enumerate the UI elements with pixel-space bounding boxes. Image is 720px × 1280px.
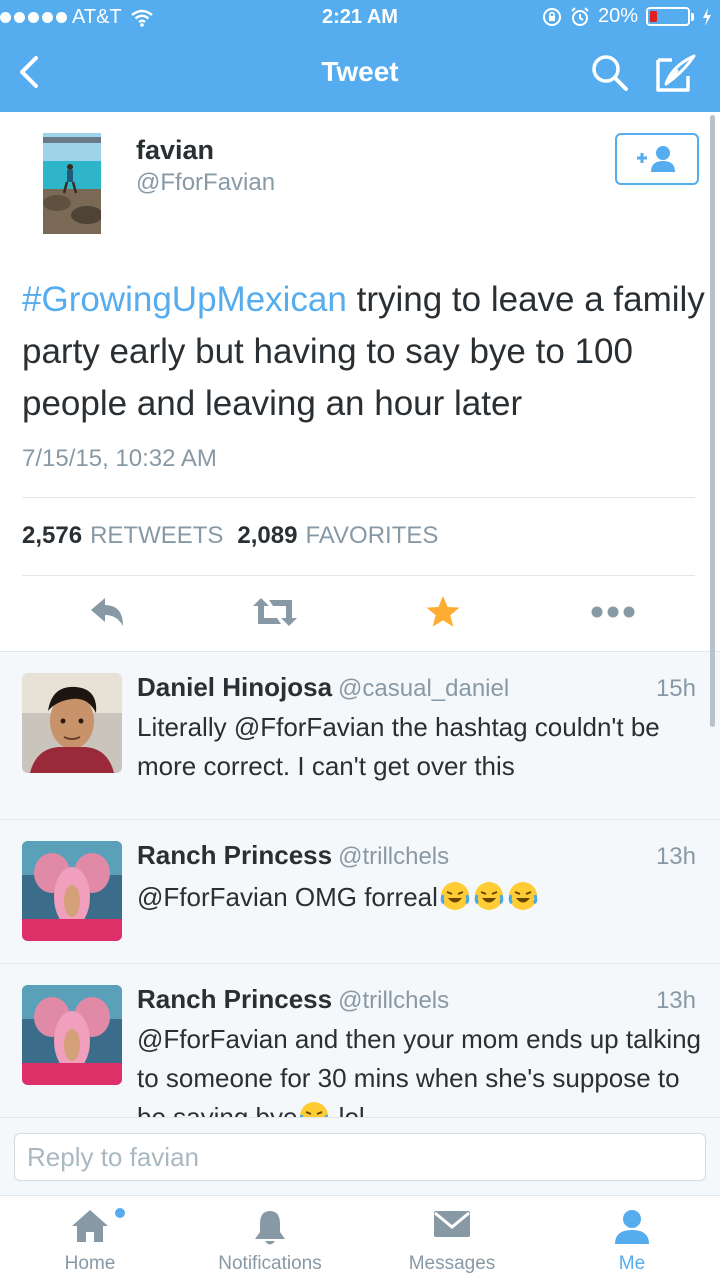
author-handle[interactable]: @FforFavian: [136, 169, 275, 197]
notification-dot: [115, 1208, 125, 1218]
retweets-label[interactable]: RETWEETS: [90, 522, 223, 550]
reply-button[interactable]: [82, 590, 132, 634]
list-item[interactable]: Daniel Hinojosa @casual_daniel 15h Litera…: [0, 652, 720, 820]
favorite-button[interactable]: [418, 590, 468, 634]
scrollbar[interactable]: [710, 115, 715, 727]
add-user-icon: [637, 146, 675, 172]
compose-icon: [656, 54, 696, 92]
reply-text: @FforFavian OMG forreal: [137, 878, 702, 917]
bell-icon: [255, 1211, 285, 1245]
compose-button[interactable]: [652, 52, 700, 96]
retweet-icon: [253, 598, 297, 626]
laughing-emoji-icon: [300, 1102, 329, 1117]
charging-icon: [703, 7, 711, 26]
reply-author[interactable]: Ranch Princess @trillchels: [137, 840, 449, 871]
author-avatar[interactable]: [43, 133, 101, 234]
laughing-emoji-icon: [474, 882, 504, 910]
favorites-label[interactable]: FAVORITES: [305, 522, 438, 550]
list-item[interactable]: Ranch Princess @trillchels 13h @FforFavia…: [0, 820, 720, 964]
nav-bar: Tweet: [0, 36, 720, 112]
follow-button[interactable]: [615, 133, 699, 185]
reply-time: 13h: [655, 987, 696, 1014]
list-item[interactable]: Ranch Princess @trillchels 13h @FforFavia…: [0, 964, 720, 1117]
tab-label: Me: [618, 1253, 646, 1274]
envelope-icon: [434, 1211, 470, 1237]
tweet-stats: 2,576 RETWEETS 2,089 FAVORITES: [22, 522, 444, 550]
person-icon: [615, 1210, 649, 1244]
reply-bar: [0, 1117, 720, 1195]
app-header: AT&T 2:21 AM 20% Tweet: [0, 0, 720, 112]
reply-text: @FforFavian and then your mom ends up ta…: [137, 1020, 702, 1117]
reply-handle[interactable]: @trillchels: [338, 843, 449, 870]
status-bar: AT&T 2:21 AM 20%: [0, 0, 720, 36]
tab-home[interactable]: Home: [0, 1196, 180, 1280]
retweet-button[interactable]: [250, 590, 300, 634]
more-button[interactable]: [588, 590, 638, 634]
battery-percent: 20%: [597, 5, 638, 27]
laughing-emoji-icon: [508, 882, 538, 910]
laughing-emoji-icon: [440, 882, 470, 910]
divider: [22, 497, 695, 498]
home-icon: [72, 1210, 108, 1242]
tab-me[interactable]: Me: [544, 1196, 720, 1280]
tab-messages[interactable]: Messages: [360, 1196, 544, 1280]
tweet-text: #GrowingUpMexican trying to leave a fami…: [22, 274, 712, 430]
reply-icon: [91, 598, 123, 626]
tab-label: Home: [64, 1253, 116, 1274]
search-icon: [592, 55, 628, 91]
reply-input[interactable]: [14, 1133, 706, 1181]
divider: [22, 575, 695, 576]
tweet-timestamp: 7/15/15, 10:32 AM: [22, 445, 217, 472]
tab-label: Messages: [408, 1253, 496, 1274]
favorites-count[interactable]: 2,089: [237, 522, 297, 550]
tab-label: Notifications: [218, 1253, 322, 1274]
avatar[interactable]: [22, 985, 122, 1085]
more-icon: [591, 606, 635, 618]
search-button[interactable]: [588, 52, 632, 96]
reply-author[interactable]: Ranch Princess @trillchels: [137, 984, 449, 1015]
reply-text: Literally @FforFavian the hashtag couldn…: [137, 712, 660, 781]
tab-bar: Home Notifications Messages Me: [0, 1195, 720, 1280]
orientation-lock-icon: [542, 7, 561, 26]
tab-notifications[interactable]: Notifications: [180, 1196, 360, 1280]
avatar[interactable]: [22, 841, 122, 941]
replies-list: Daniel Hinojosa @casual_daniel 15h Litera…: [0, 651, 720, 1117]
battery-icon: [646, 7, 690, 26]
author-name[interactable]: favian: [136, 135, 214, 166]
retweets-count[interactable]: 2,576: [22, 522, 82, 550]
tweet-hashtag[interactable]: #GrowingUpMexican: [22, 280, 347, 319]
reply-time: 15h: [655, 675, 696, 702]
reply-time: 13h: [655, 843, 696, 870]
reply-author[interactable]: Daniel Hinojosa @casual_daniel: [137, 672, 509, 703]
avatar[interactable]: [22, 673, 122, 773]
star-icon: [426, 596, 460, 627]
reply-handle[interactable]: @casual_daniel: [338, 675, 509, 702]
alarm-icon: [571, 6, 589, 26]
reply-handle[interactable]: @trillchels: [338, 987, 449, 1014]
tweet-actions: [0, 590, 720, 640]
